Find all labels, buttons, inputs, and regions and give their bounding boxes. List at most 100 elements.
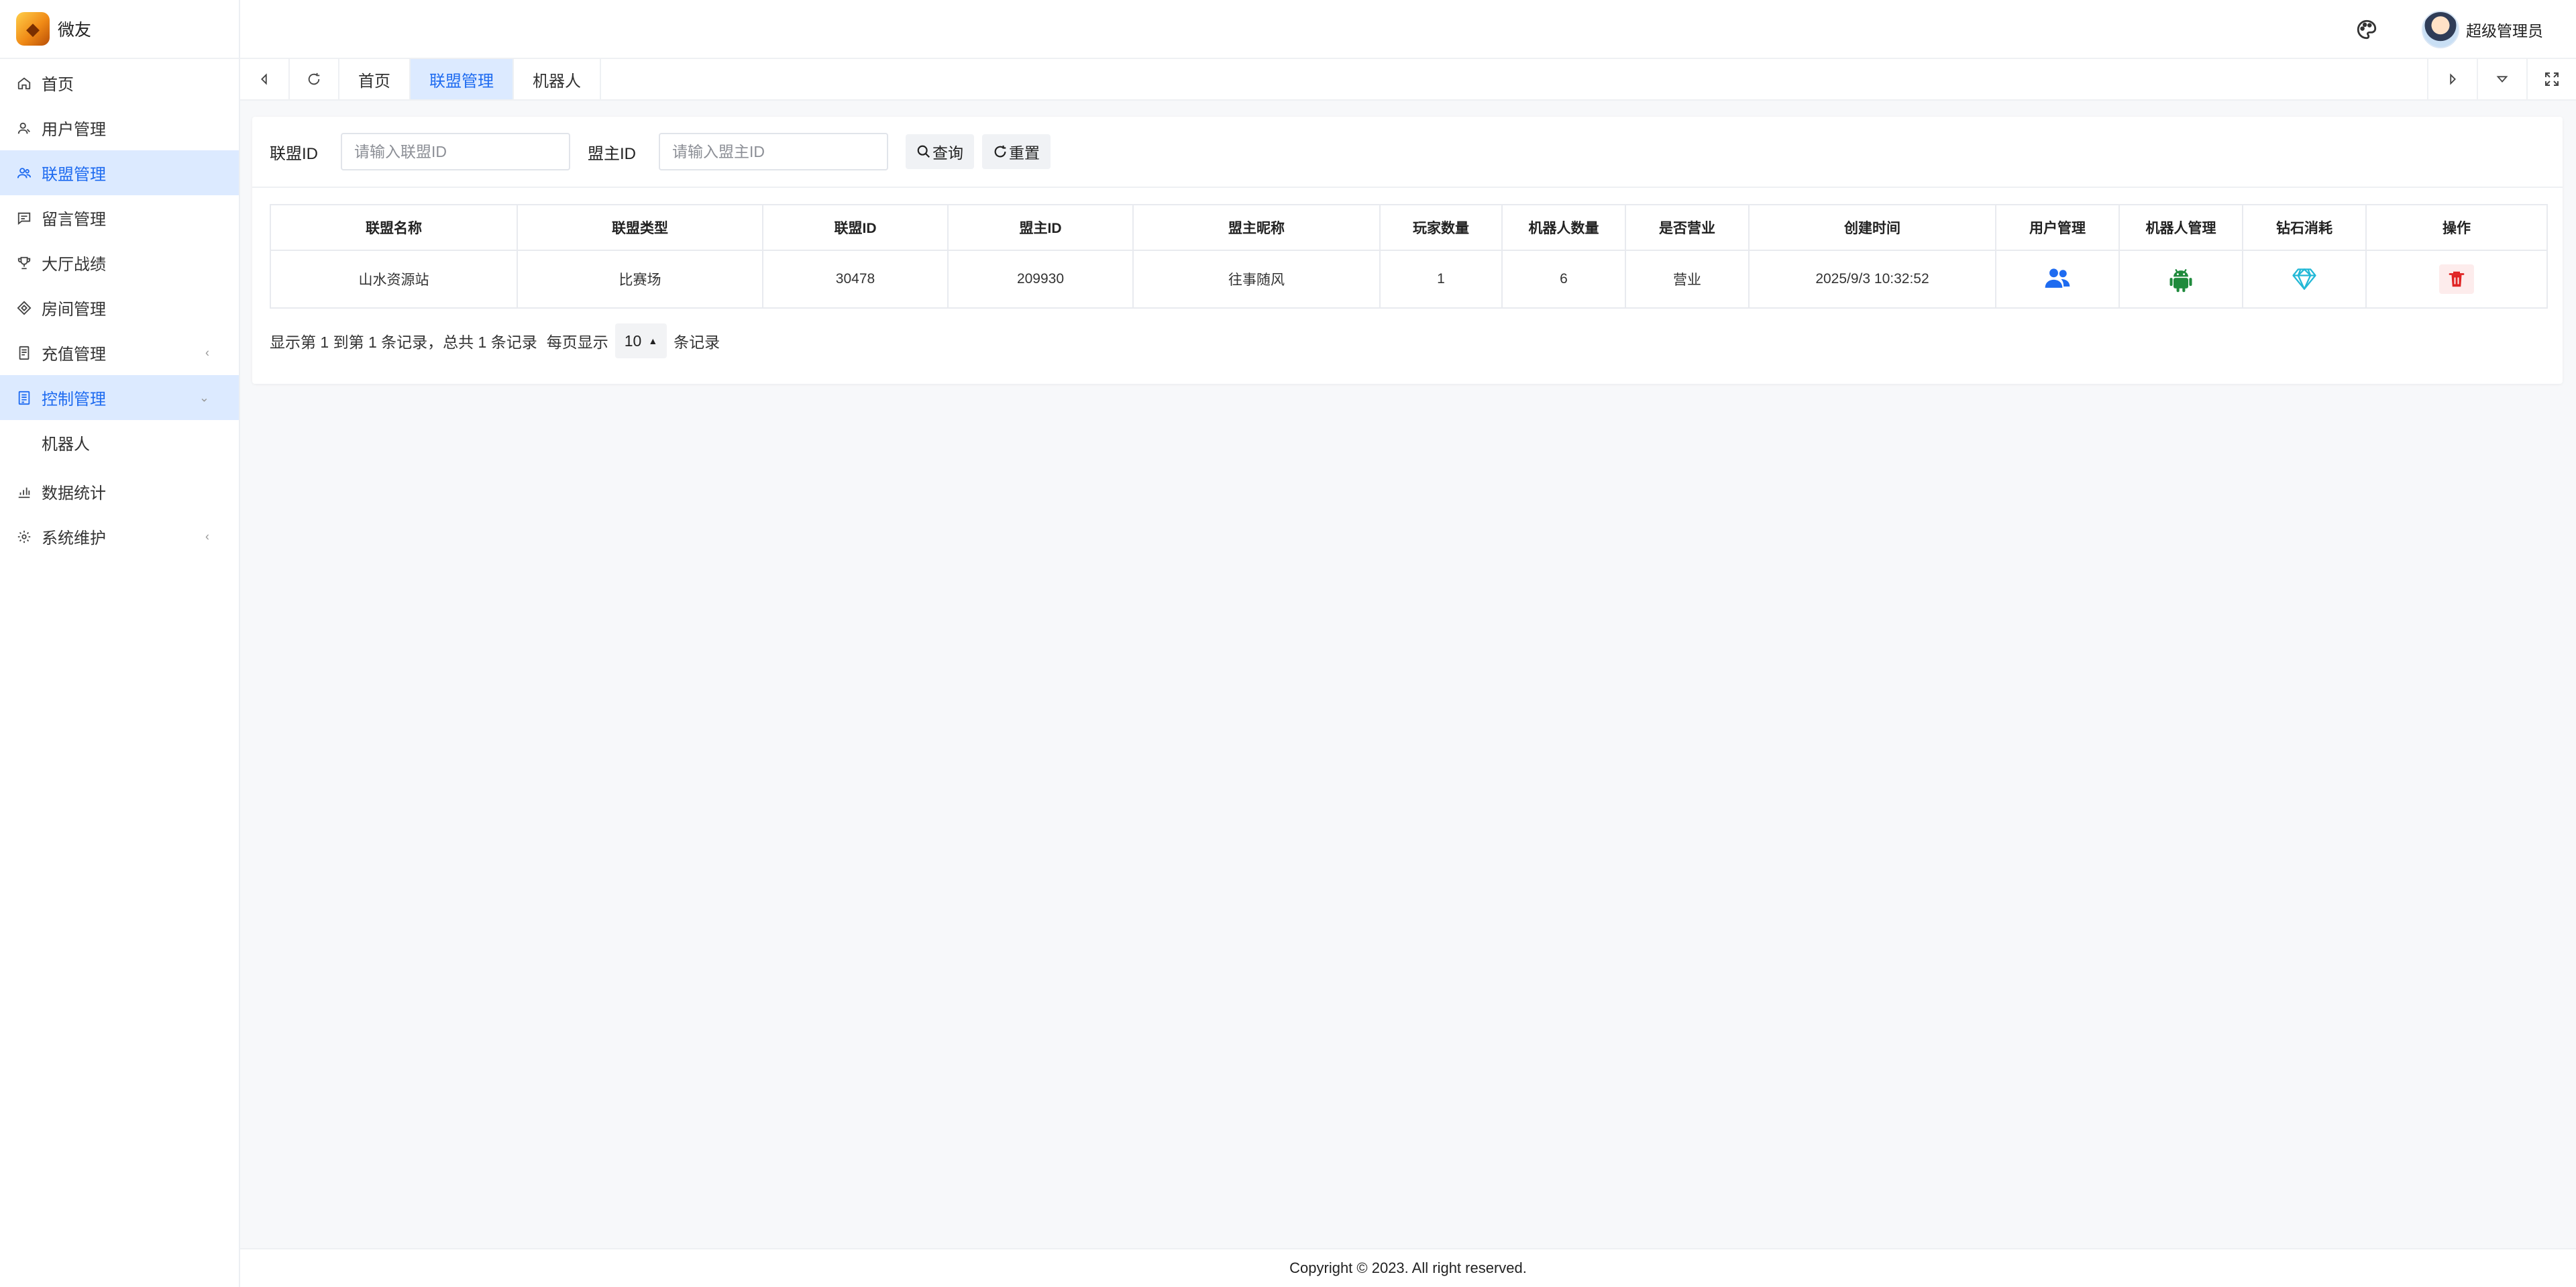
search-icon [917, 145, 930, 158]
sidebar-item-recharge[interactable]: 充值管理 ‹ [0, 330, 239, 375]
users-icon [16, 165, 32, 181]
sidebar-item-label: 首页 [42, 76, 74, 94]
per-page-label: 每页显示 [546, 333, 608, 351]
message-icon [16, 210, 32, 226]
sidebar-item-home[interactable]: 首页 [0, 60, 239, 105]
cell-owner-nickname: 往事随风 [1132, 250, 1381, 309]
table-container: 联盟名称 联盟类型 联盟ID 盟主ID 盟主昵称 玩家数量 机器人数量 是否营业… [252, 188, 2563, 309]
column-header[interactable]: 机器人数量 [1501, 204, 1626, 251]
pagination-summary: 显示第 1 到第 1 条记录，总共 1 条记录 [270, 333, 537, 351]
column-header[interactable]: 钻石消耗 [2242, 204, 2367, 251]
fullscreen-icon [2545, 72, 2559, 86]
column-header[interactable]: 创建时间 [1748, 204, 1996, 251]
search-form: 联盟ID 盟主ID 查询 重置 [252, 117, 2563, 188]
refresh-button[interactable] [290, 59, 339, 99]
sidebar-item-label: 充值管理 [42, 346, 106, 364]
chevron-left-icon: ‹ [205, 346, 209, 359]
per-page-select[interactable]: 10 ▲ [614, 323, 667, 358]
column-header[interactable]: 盟主昵称 [1132, 204, 1381, 251]
theme-palette-icon[interactable] [2353, 16, 2380, 43]
column-header[interactable]: 联盟类型 [517, 204, 763, 251]
user-menu[interactable]: 超级管理员 [2422, 9, 2543, 50]
alliance-table: 联盟名称 联盟类型 联盟ID 盟主ID 盟主昵称 玩家数量 机器人数量 是否营业… [270, 204, 2548, 309]
tab-robot[interactable]: 机器人 [514, 59, 601, 99]
delete-button[interactable] [2439, 264, 2474, 294]
cell-player-count: 1 [1379, 250, 1503, 309]
sidebar-item-label: 控制管理 [42, 391, 106, 409]
caret-left-icon [261, 73, 267, 85]
column-header[interactable]: 是否营业 [1625, 204, 1750, 251]
reset-button-label: 重置 [1009, 144, 1040, 162]
tab-scroll-right-button[interactable] [2427, 59, 2477, 99]
sidebar-item-label: 系统维护 [42, 529, 106, 548]
chevron-left-icon: ‹ [205, 529, 209, 543]
reset-button[interactable]: 重置 [982, 134, 1051, 169]
sidebar-item-label: 用户管理 [42, 121, 106, 139]
sidebar-menu: 首页 用户管理 联盟管理 留言管理 大厅战绩 房间管理 充值管理 ‹ 控制管理 … [0, 59, 239, 559]
sidebar-item-label: 数据统计 [42, 484, 106, 503]
query-button-label: 查询 [932, 144, 963, 162]
trash-icon [2449, 271, 2465, 287]
sidebar-item-rooms[interactable]: 房间管理 [0, 285, 239, 330]
sidebar-item-hall-records[interactable]: 大厅战绩 [0, 240, 239, 285]
sidebar-subitem-robot[interactable]: 机器人 [0, 420, 239, 465]
tab-bar-actions [2427, 59, 2576, 99]
caret-up-icon: ▲ [648, 336, 658, 346]
sidebar-item-label: 房间管理 [42, 301, 106, 319]
cell-robot-count: 6 [1501, 250, 1626, 309]
cell-actions [2365, 250, 2548, 309]
fullscreen-button[interactable] [2526, 59, 2576, 99]
sidebar-item-statistics[interactable]: 数据统计 [0, 469, 239, 514]
column-header[interactable]: 联盟名称 [270, 204, 518, 251]
tab-scroll-left-button[interactable] [240, 59, 290, 99]
user-name: 超级管理员 [2466, 22, 2543, 40]
column-header[interactable]: 操作 [2365, 204, 2548, 251]
sidebar-item-users[interactable]: 用户管理 [0, 105, 239, 150]
diamond-icon [16, 300, 32, 316]
diamond-icon[interactable] [2290, 264, 2319, 294]
top-header: 超级管理员 [240, 0, 2576, 59]
app-name: 微友 [58, 21, 92, 40]
column-header[interactable]: 玩家数量 [1379, 204, 1503, 251]
cell-alliance-name: 山水资源站 [270, 250, 518, 309]
footer: Copyright © 2023. All right reserved. [240, 1248, 2576, 1287]
android-robot-icon[interactable] [2166, 264, 2196, 294]
cell-open-status: 营业 [1625, 250, 1750, 309]
sidebar-item-messages[interactable]: 留言管理 [0, 195, 239, 240]
owner-id-input[interactable] [659, 133, 888, 170]
caret-right-icon [2450, 73, 2456, 85]
user-icon [16, 120, 32, 136]
alliance-id-input[interactable] [341, 133, 570, 170]
per-page-value: 10 [624, 331, 642, 350]
alliance-id-label: 联盟ID [270, 144, 318, 163]
sidebar-item-system[interactable]: 系统维护 ‹ [0, 514, 239, 559]
avatar [2422, 11, 2459, 48]
query-button[interactable]: 查询 [906, 134, 974, 169]
column-header[interactable]: 用户管理 [1995, 204, 2120, 251]
owner-id-label: 盟主ID [588, 144, 636, 163]
user-group-icon[interactable] [2043, 264, 2072, 294]
chevron-down-icon: ⌄ [199, 391, 209, 404]
sidebar-item-alliance[interactable]: 联盟管理 [0, 150, 239, 195]
tab-alliance[interactable]: 联盟管理 [411, 59, 514, 99]
tab-options-button[interactable] [2477, 59, 2526, 99]
copyright-text: Copyright © 2023. All right reserved. [1289, 1259, 1527, 1276]
cell-owner-id: 209930 [947, 250, 1134, 309]
cell-created-time: 2025/9/3 10:32:52 [1748, 250, 1996, 309]
column-header[interactable]: 机器人管理 [2118, 204, 2243, 251]
sidebar-item-label: 机器人 [42, 435, 90, 454]
trophy-icon [16, 255, 32, 271]
column-header[interactable]: 联盟ID [762, 204, 949, 251]
table-header-row: 联盟名称 联盟类型 联盟ID 盟主ID 盟主昵称 玩家数量 机器人数量 是否营业… [270, 204, 2548, 251]
column-header[interactable]: 盟主ID [947, 204, 1134, 251]
sidebar-item-label: 留言管理 [42, 211, 106, 229]
brand[interactable]: ◆ 微友 [0, 0, 239, 59]
tab-home[interactable]: 首页 [339, 59, 411, 99]
sidebar: ◆ 微友 首页 用户管理 联盟管理 留言管理 大厅战绩 房间管理 充值管理 ‹ … [0, 0, 240, 1287]
refresh-icon [994, 145, 1006, 158]
table-row[interactable]: 山水资源站 比赛场 30478 209930 往事随风 1 6 营业 2025/… [270, 250, 2548, 309]
chart-icon [16, 484, 32, 500]
cell-alliance-id: 30478 [762, 250, 949, 309]
sidebar-item-control[interactable]: 控制管理 ⌄ [0, 375, 239, 420]
per-page-unit: 条记录 [674, 333, 720, 351]
